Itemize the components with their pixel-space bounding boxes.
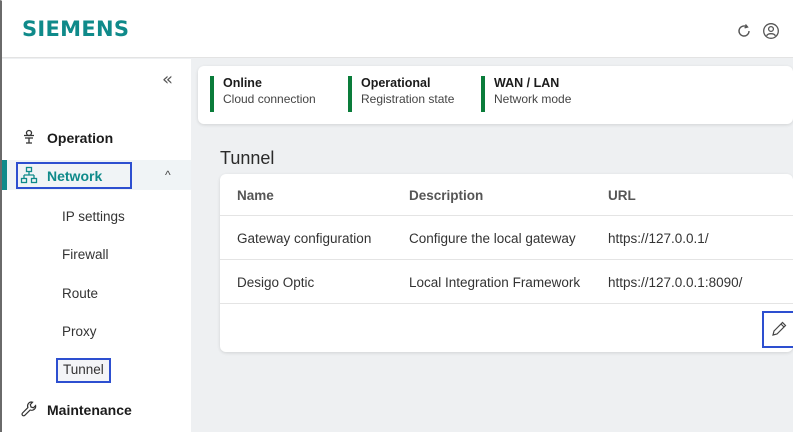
status-registration: Operational Registration state xyxy=(348,76,454,112)
sidebar-subitem-proxy[interactable]: Proxy xyxy=(62,324,97,339)
wrench-icon xyxy=(21,401,37,417)
edit-pencil-icon[interactable] xyxy=(770,320,788,338)
sidebar: « Operation Network ^ IP settings Firewa… xyxy=(2,59,191,432)
cell-url[interactable]: https://127.0.0.1:8090/ xyxy=(608,275,742,290)
tunnel-table: Name Description URL Gateway configurati… xyxy=(220,174,793,352)
status-label: Cloud connection xyxy=(223,92,316,106)
column-header-description[interactable]: Description xyxy=(409,188,483,203)
sidebar-item-label: Maintenance xyxy=(47,402,132,418)
refresh-icon[interactable] xyxy=(735,22,753,40)
column-header-name[interactable]: Name xyxy=(237,188,274,203)
chevron-up-icon[interactable]: ^ xyxy=(165,168,171,182)
cell-description: Local Integration Framework xyxy=(409,275,581,290)
status-label: Registration state xyxy=(361,92,455,106)
cell-name: Gateway configuration xyxy=(237,231,372,246)
status-value: WAN / LAN xyxy=(494,76,560,90)
sidebar-subitem-firewall[interactable]: Firewall xyxy=(62,247,109,262)
collapse-sidebar-icon[interactable]: « xyxy=(162,69,173,90)
active-indicator xyxy=(2,160,7,190)
status-label: Network mode xyxy=(494,92,572,106)
siemens-logo: SIEMENS xyxy=(22,17,130,41)
sidebar-subitem-ip-settings[interactable]: IP settings xyxy=(62,209,125,224)
cell-url[interactable]: https://127.0.0.1/ xyxy=(608,231,709,246)
user-icon[interactable] xyxy=(762,22,780,40)
table-row[interactable]: Gateway configuration Configure the loca… xyxy=(220,217,793,260)
status-value: Operational xyxy=(361,76,431,90)
sidebar-item-network[interactable]: Network ^ xyxy=(2,160,191,190)
sidebar-item-maintenance[interactable]: Maintenance xyxy=(2,394,191,424)
cell-description: Configure the local gateway xyxy=(409,231,576,246)
cell-name: Desigo Optic xyxy=(237,275,315,290)
table-header-row: Name Description URL xyxy=(220,174,793,216)
status-cloud-connection: Online Cloud connection xyxy=(210,76,316,112)
page-title: Tunnel xyxy=(220,148,275,168)
table-row[interactable]: Desigo Optic Local Integration Framework… xyxy=(220,261,793,304)
status-bar: Online Cloud connection Operational Regi… xyxy=(198,66,793,124)
sidebar-subitem-tunnel[interactable]: Tunnel xyxy=(63,362,104,377)
network-icon xyxy=(20,166,38,184)
sidebar-item-label: Operation xyxy=(47,130,114,146)
operation-icon xyxy=(24,129,34,144)
status-network-mode: WAN / LAN Network mode xyxy=(481,76,571,112)
sidebar-subitem-route[interactable]: Route xyxy=(62,286,98,301)
sidebar-item-operation[interactable]: Operation xyxy=(2,122,191,152)
top-header: SIEMENS xyxy=(2,0,793,58)
sidebar-item-label: Network xyxy=(47,168,103,184)
status-value: Online xyxy=(223,76,262,90)
column-header-url[interactable]: URL xyxy=(608,188,636,203)
